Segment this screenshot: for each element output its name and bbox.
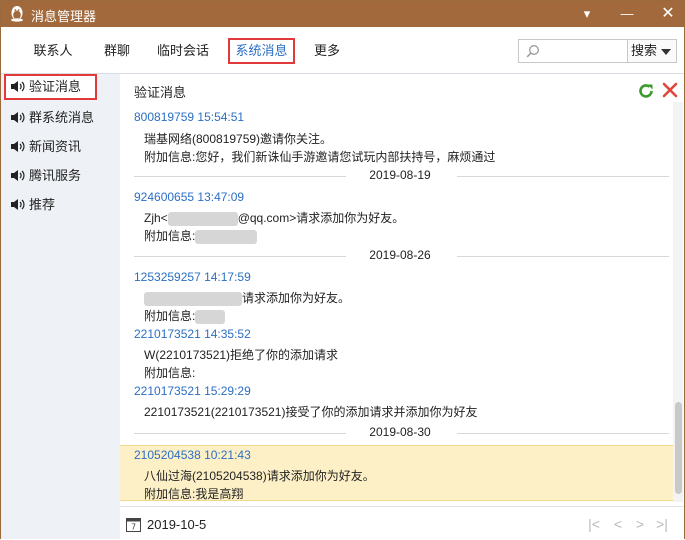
date-picker-value[interactable]: 2019-10-5	[147, 517, 206, 532]
message-manager-window: 消息管理器 ▾ — ✕ 联系人 群聊 临时会话 系统消息 更多 搜索 验证消息	[0, 0, 685, 540]
message-extra-info: 附加信息:	[144, 307, 226, 324]
message-header[interactable]: 800819759 15:54:51	[134, 110, 244, 124]
message-header[interactable]: 2105204538 10:21:43	[134, 448, 251, 462]
date-separator-label: 2019-08-26	[369, 248, 431, 262]
date-separator: 2019-08-19	[134, 168, 669, 184]
close-button[interactable]: ✕	[656, 4, 680, 24]
speaker-icon	[11, 81, 25, 92]
panel-title: 验证消息	[134, 85, 187, 100]
search-button[interactable]: 搜索	[627, 39, 677, 63]
sidebar-item-label: 验证消息	[29, 79, 82, 94]
message-text: W(2210173521)拒绝了你的添加请求	[144, 348, 339, 362]
last-page-button[interactable]: >|	[654, 516, 670, 532]
message-extra-info: 附加信息:	[144, 227, 258, 244]
tab-temp-session[interactable]: 临时会话	[149, 38, 217, 64]
svg-text:7: 7	[131, 523, 136, 532]
message-header[interactable]: 2210173521 14:35:52	[134, 327, 251, 341]
sidebar-item-label: 腾讯服务	[29, 168, 82, 183]
speaker-icon	[11, 199, 25, 210]
window-menu-button[interactable]: ▾	[575, 4, 599, 24]
scrollbar[interactable]	[673, 102, 683, 502]
date-separator-label: 2019-08-30	[369, 425, 431, 439]
calendar-icon[interactable]: 7	[126, 517, 141, 532]
message-text: Zjh< @qq.com>请求添加你为好友。	[144, 209, 404, 226]
search-icon	[526, 45, 539, 58]
tab-more[interactable]: 更多	[307, 38, 347, 64]
tab-contacts[interactable]: 联系人	[25, 38, 81, 64]
refresh-icon[interactable]	[637, 82, 655, 100]
message-header[interactable]: 2210173521 15:29:29	[134, 384, 251, 398]
message-panel: 验证消息 800819759 15:54:51 瑞基网络(800819759)邀…	[120, 73, 684, 540]
search-button-label: 搜索	[631, 43, 658, 58]
message-text: 2210173521(2210173521)接受了你的添加请求并添加你为好友	[144, 405, 478, 419]
prev-page-button[interactable]: <	[610, 516, 626, 532]
sidebar-item-recommend[interactable]: 推荐	[5, 192, 115, 218]
sidebar-item-label: 群系统消息	[29, 110, 95, 125]
redacted-block	[144, 291, 242, 306]
qq-penguin-icon	[11, 6, 23, 22]
message-extra-info: 附加信息:	[144, 366, 196, 380]
message-extra-info: 附加信息:您好，我们新诛仙手游邀请您试玩内部扶持号，麻烦通过	[144, 150, 496, 164]
sidebar-item-tencent-service[interactable]: 腾讯服务	[5, 163, 115, 189]
window-title: 消息管理器	[31, 9, 97, 24]
scrollbar-thumb[interactable]	[675, 402, 682, 494]
message-header[interactable]: 1253259257 14:17:59	[134, 270, 251, 284]
redacted-block	[195, 229, 258, 244]
message-text-part: Zjh<	[144, 211, 168, 225]
tab-system-messages[interactable]: 系统消息	[228, 38, 295, 64]
date-separator: 2019-08-30	[134, 425, 669, 441]
redacted-block	[167, 211, 238, 226]
tab-group-chat[interactable]: 群聊	[97, 38, 137, 64]
message-text-part: 请求添加你为好友。	[242, 291, 351, 305]
sidebar: 验证消息 群系统消息 新闻资讯 腾讯服务 推荐	[1, 73, 120, 539]
top-tabs: 联系人 群聊 临时会话 系统消息 更多 搜索	[1, 27, 684, 73]
sidebar-item-verification[interactable]: 验证消息	[4, 74, 97, 100]
speaker-icon	[11, 170, 25, 181]
message-extra-info: 附加信息:我是高翔	[144, 487, 244, 501]
date-separator: 2019-08-26	[134, 248, 669, 264]
speaker-icon	[11, 141, 25, 152]
sidebar-item-label: 推荐	[29, 197, 56, 212]
redacted-block	[195, 309, 226, 324]
chevron-down-icon	[661, 49, 671, 55]
message-text-part: 附加信息:	[144, 229, 196, 243]
message-text-part: @qq.com>请求添加你为好友。	[237, 211, 405, 225]
search-input[interactable]	[518, 39, 628, 63]
delete-icon[interactable]	[661, 81, 679, 99]
message-text-part: 附加信息:	[144, 309, 196, 323]
first-page-button[interactable]: |<	[586, 516, 602, 532]
message-header[interactable]: 924600655 13:47:09	[134, 190, 244, 204]
message-text: 瑞基网络(800819759)邀请你关注。	[144, 132, 333, 146]
message-text: 八仙过海(2105204538)请求添加你为好友。	[144, 469, 375, 483]
date-separator-label: 2019-08-19	[369, 168, 431, 182]
title-bar: 消息管理器 ▾ — ✕	[1, 1, 684, 27]
message-list: 800819759 15:54:51 瑞基网络(800819759)邀请你关注。…	[120, 102, 673, 502]
minimize-button[interactable]: —	[615, 4, 639, 24]
speaker-icon	[11, 112, 25, 123]
message-text: 请求添加你为好友。	[144, 289, 350, 306]
sidebar-item-label: 新闻资讯	[29, 139, 82, 154]
sidebar-item-news[interactable]: 新闻资讯	[5, 134, 115, 160]
bottom-bar: 7 2019-10-5 |< < > >|	[120, 506, 684, 540]
sidebar-item-group-system[interactable]: 群系统消息	[5, 105, 115, 131]
next-page-button[interactable]: >	[632, 516, 648, 532]
